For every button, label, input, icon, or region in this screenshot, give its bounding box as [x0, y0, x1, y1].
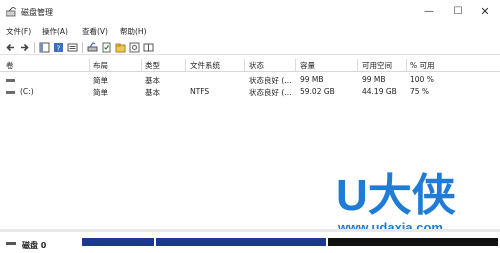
settings-icon[interactable]: [129, 42, 140, 53]
menu-file[interactable]: 文件(F): [6, 26, 31, 37]
layout-icon[interactable]: [143, 42, 154, 53]
maximize-button[interactable]: ☐: [447, 4, 469, 20]
column-header-capacity[interactable]: 容量: [300, 60, 315, 71]
cell-status: 状态良好 (...: [249, 76, 292, 85]
disk-label: 磁盘 0: [22, 241, 47, 250]
forward-arrow-icon[interactable]: [19, 42, 30, 53]
table-row[interactable]: 简单 基本 状态良好 (... 99 MB 99 MB 100 %: [0, 75, 500, 86]
cell-type: 基本: [145, 76, 160, 85]
menu-view[interactable]: 查看(V): [82, 26, 108, 37]
partition-system-bar[interactable]: [82, 238, 154, 246]
title-bar: 磁盘管理 — ☐ ✕: [0, 0, 500, 24]
help-icon[interactable]: ?: [53, 42, 64, 53]
table-row[interactable]: (C:) 简单 基本 NTFS 状态良好 (... 59.02 GB 44.19…: [0, 87, 500, 98]
cell-capacity: 59.02 GB: [300, 87, 335, 96]
toolbar-separator: [34, 42, 35, 53]
cell-capacity: 99 MB: [300, 75, 324, 84]
cell-free-space: 99 MB: [362, 75, 386, 84]
toolbar-separator: [82, 42, 83, 53]
disk-management-icon: [6, 7, 17, 17]
volume-table: 卷 布局 类型 文件系统 状态 容量 可用空间 % 可用 简单 基本 状态良好 …: [0, 58, 500, 153]
checkmark-doc-icon[interactable]: [101, 42, 112, 53]
cell-layout: 简单: [93, 76, 108, 85]
menu-action[interactable]: 操作(A): [42, 26, 68, 37]
disk-map: 磁盘 0: [0, 232, 500, 253]
table-header: 卷 布局 类型 文件系统 状态 容量 可用空间 % 可用: [0, 58, 500, 72]
cell-volume: (C:): [20, 87, 34, 96]
volume-icon: [6, 91, 15, 94]
cell-filesystem: NTFS: [190, 87, 210, 96]
column-header-filesystem[interactable]: 文件系统: [190, 60, 220, 71]
console-tree-icon[interactable]: [39, 42, 50, 53]
disk-icon: [6, 242, 16, 245]
minimize-button[interactable]: —: [418, 4, 440, 20]
column-header-percent-free[interactable]: % 可用: [410, 60, 435, 71]
back-arrow-icon[interactable]: [5, 42, 16, 53]
window-title: 磁盘管理: [21, 8, 53, 17]
folder-icon[interactable]: [115, 42, 126, 53]
cell-layout: 简单: [93, 88, 108, 97]
menu-help[interactable]: 帮助(H): [120, 26, 147, 37]
column-header-free-space[interactable]: 可用空间: [362, 60, 392, 71]
watermark-logo: U大侠: [336, 171, 457, 218]
cell-status: 状态良好 (...: [249, 88, 292, 97]
column-header-status[interactable]: 状态: [249, 60, 264, 71]
disk-list-icon[interactable]: [67, 42, 78, 53]
toolbar: ?: [0, 40, 500, 55]
properties-icon[interactable]: [87, 42, 98, 53]
column-header-layout[interactable]: 布局: [93, 60, 108, 71]
partition-c-bar[interactable]: [156, 238, 326, 246]
watermark-brand: U大侠: [336, 171, 457, 218]
cell-percent-free: 100 %: [410, 75, 434, 84]
volume-icon: [6, 79, 15, 82]
cell-type: 基本: [145, 88, 160, 97]
column-header-type[interactable]: 类型: [145, 60, 160, 71]
cell-percent-free: 75 %: [410, 87, 430, 96]
menu-bar: 文件(F) 操作(A) 查看(V) 帮助(H): [0, 24, 500, 38]
close-button[interactable]: ✕: [474, 4, 496, 20]
column-header-volume[interactable]: 卷: [6, 60, 14, 71]
svg-text:?: ?: [57, 45, 61, 53]
partition-unallocated-bar[interactable]: [328, 238, 498, 246]
cell-free-space: 44.19 GB: [362, 87, 397, 96]
